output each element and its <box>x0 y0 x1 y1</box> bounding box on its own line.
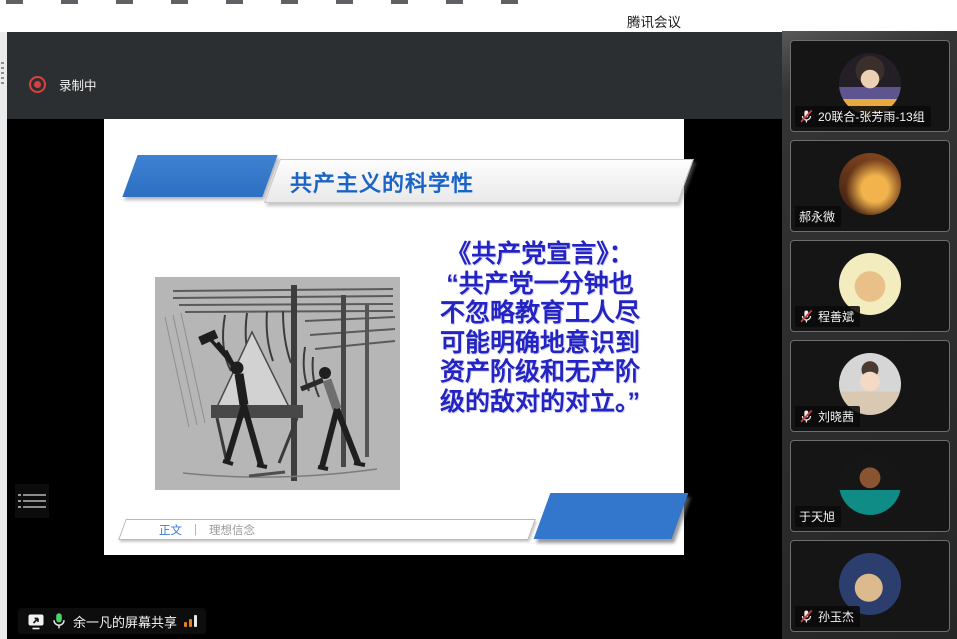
footer-strip: 正文 | 理想信念 <box>118 519 536 540</box>
screen-share-icon <box>27 613 45 630</box>
participant-nameplate: 郝永微 <box>795 206 841 227</box>
title-accent-parallelogram <box>122 155 277 197</box>
mic-muted-icon <box>799 609 814 624</box>
footer-accent-parallelogram <box>534 493 689 539</box>
participant-name: 刘晓茜 <box>818 408 854 425</box>
participant-name: 郝永微 <box>799 208 835 225</box>
mic-muted-icon <box>799 109 814 124</box>
participant-tile-list: 20联合-张芳雨-13组 郝永微 程善斌 <box>782 31 957 632</box>
list-menu-icon[interactable] <box>15 484 49 518</box>
body-line: 不忽略教育工人尽 <box>396 299 684 329</box>
recording-dot-icon <box>29 76 46 93</box>
active-mic-icon <box>52 612 66 630</box>
network-signal-icon <box>184 615 197 627</box>
participant-name: 孙玉杰 <box>818 608 854 625</box>
body-line: “共产党一分钟也 <box>396 270 684 300</box>
participant-tile[interactable]: 于天旭 <box>790 440 950 532</box>
share-status-label: 余一凡的屏幕共享 <box>73 612 177 631</box>
slide-title: 共产主义的科学性 <box>290 166 474 198</box>
participant-nameplate: 于天旭 <box>795 506 841 527</box>
presentation-slide: 共产主义的科学性 <box>104 119 684 555</box>
participants-sidebar[interactable]: 20联合-张芳雨-13组 郝永微 程善斌 <box>782 31 957 639</box>
mic-muted-icon <box>799 309 814 324</box>
participant-tile[interactable]: 刘晓茜 <box>790 340 950 432</box>
participant-nameplate: 孙玉杰 <box>795 606 860 627</box>
footer-divider: | <box>194 524 197 536</box>
recording-indicator[interactable]: 录制中 <box>29 75 97 94</box>
window-titlebar: 腾讯会议 <box>0 4 957 33</box>
participant-name: 20联合-张芳雨-13组 <box>818 108 925 125</box>
participant-nameplate: 刘晓茜 <box>795 406 860 427</box>
tencent-meeting-window: 腾讯会议 录制中 共产主义的科学性 <box>0 0 957 639</box>
loom-engraving-image <box>155 277 400 490</box>
footer-label-left: 正文 <box>159 522 182 538</box>
slide-body-text: 《共产党宣言》： “共产党一分钟也 不忽略教育工人尽 可能明确地意识到 资产阶级… <box>396 240 684 417</box>
footer-label-right: 理想信念 <box>209 522 255 538</box>
window-title: 腾讯会议 <box>627 11 681 31</box>
recording-label: 录制中 <box>59 75 97 94</box>
meeting-toolbar-band: 录制中 <box>7 32 782 119</box>
participant-nameplate: 20联合-张芳雨-13组 <box>795 106 931 127</box>
participant-name: 程善斌 <box>818 308 854 325</box>
participant-avatar <box>839 453 901 515</box>
body-line: 资产阶级和无产阶 <box>396 358 684 388</box>
participant-tile[interactable]: 程善斌 <box>790 240 950 332</box>
participant-nameplate: 程善斌 <box>795 306 860 327</box>
participant-tile[interactable]: 20联合-张芳雨-13组 <box>790 40 950 132</box>
body-line: 《共产党宣言》： <box>396 240 684 270</box>
participant-tile[interactable]: 郝永微 <box>790 140 950 232</box>
mic-muted-icon <box>799 409 814 424</box>
screen-share-status-pill[interactable]: 余一凡的屏幕共享 <box>18 608 206 634</box>
body-line: 可能明确地意识到 <box>396 329 684 359</box>
participant-name: 于天旭 <box>799 508 835 525</box>
screen-share-stage: 录制中 共产主义的科学性 <box>7 32 782 639</box>
left-edge-strip <box>0 32 7 639</box>
drag-grip-dots-icon[interactable] <box>1 62 4 84</box>
participant-avatar <box>839 153 901 215</box>
participant-tile[interactable]: 孙玉杰 <box>790 540 950 632</box>
body-line: 级的敌对的对立。” <box>396 388 684 418</box>
